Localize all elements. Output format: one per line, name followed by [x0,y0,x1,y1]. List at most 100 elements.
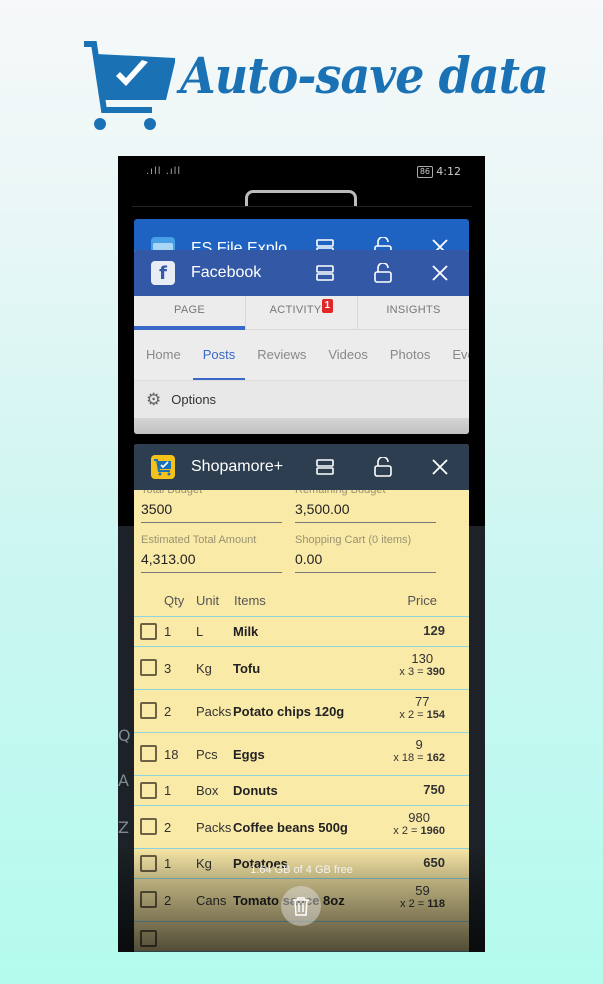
nav-events[interactable]: Eve [452,330,469,380]
item-price: 77 x 2 = 154 [399,694,445,721]
item-price: 129 [423,623,445,638]
unit-price: 59 [415,883,430,898]
signal-wifi-icon: .ıll .ıll [146,166,182,177]
item-qty: 2 [164,820,172,835]
tab-page[interactable]: PAGE [134,296,246,330]
trash-icon [293,897,309,916]
ghost-key: Q [118,726,131,745]
item-name: Eggs [233,747,265,762]
background-card [245,190,357,206]
line-total: x 2 = 154 [399,709,445,721]
item-qty: 2 [164,893,172,908]
item-qty: 3 [164,661,172,676]
nav-photos[interactable]: Photos [390,330,430,380]
item-unit: Cans [196,893,227,908]
item-unit: Box [196,783,219,798]
facebook-icon: f [151,261,175,285]
item-checkbox[interactable] [140,818,157,835]
header-unit: Unit [196,593,220,608]
item-qty: 1 [164,783,172,798]
list-item[interactable]: 2 Packs Coffee beans 500g 980 x 2 = 1960 [134,806,469,849]
item-name: Potato chips 120g [233,704,345,719]
item-checkbox[interactable] [140,745,157,762]
unlock-icon[interactable] [371,455,395,479]
header-price: Price [407,593,437,608]
options-label: Options [171,392,217,407]
list-item[interactable]: 2 Packs Potato chips 120g 77 x 2 = 154 [134,690,469,733]
shopping-cart-check-icon [84,41,175,130]
header-qty: Qty [164,593,185,608]
close-icon[interactable] [428,261,452,285]
nav-reviews[interactable]: Reviews [257,330,306,380]
recent-card-facebook[interactable]: f Facebook PAGE ACTIVITY 1 INSIGHTS Home … [134,250,469,434]
item-checkbox[interactable] [140,782,157,799]
clear-all-button[interactable] [281,886,321,926]
item-price: 130 x 3 = 390 [399,651,445,678]
item-unit: Packs [196,820,232,835]
total-budget-field[interactable]: Total Budget 3500 [141,490,282,523]
item-name: Milk [233,624,259,639]
tab-insights[interactable]: INSIGHTS [358,296,469,329]
close-icon[interactable] [428,455,452,479]
nav-home[interactable]: Home [146,330,181,380]
unit-price: 980 [408,810,430,825]
header-items: Items [234,593,266,608]
unit-price: 129 [423,623,445,638]
item-unit: L [196,624,204,639]
unit-price: 77 [414,694,430,709]
options-row[interactable]: ⚙ Options [134,380,469,418]
estimated-total-field: Estimated Total Amount 4,313.00 [141,534,282,573]
divider [132,206,472,207]
ghost-key: Z [118,818,129,837]
facebook-page-nav: Home Posts Reviews Videos Photos Eve [134,330,469,380]
clock: 4:12 [436,165,461,178]
ghost-key: A [118,771,129,790]
item-price: 59 x 2 = 118 [400,883,445,910]
item-price: 980 x 2 = 1960 [393,810,445,837]
item-checkbox[interactable] [140,891,157,908]
item-checkbox[interactable] [140,702,157,719]
item-unit: Kg [196,661,212,676]
status-bar: .ıll .ıll 86 4:12 [118,156,485,186]
app-name: Facebook [191,264,262,281]
item-unit: Packs [196,704,232,719]
background-app-left: Q A Z [118,526,134,952]
line-total: x 18 = 162 [393,752,445,764]
shopping-cart-field: Shopping Cart (0 items) 0.00 [295,534,436,573]
item-checkbox[interactable] [140,623,157,640]
unlock-icon[interactable] [371,261,395,285]
list-item-partial [134,922,469,952]
line-total: x 3 = 390 [399,666,445,678]
list-item[interactable]: 18 Pcs Eggs 9 x 18 = 162 [134,733,469,776]
notification-badge: 1 [321,299,334,313]
item-qty: 18 [164,747,179,762]
list-item[interactable]: 1 Box Donuts 750 [134,776,469,806]
unit-price: 750 [423,782,445,797]
item-unit: Pcs [196,747,218,762]
auto-save-banner: Auto-save data [80,38,549,138]
battery-icon: 86 [416,166,433,178]
item-price: 750 [423,782,445,797]
shopamore-cart-icon [151,455,175,479]
item-name: Tofu [233,661,261,676]
nav-posts[interactable]: Posts [192,330,245,380]
remaining-budget-field: Remaining Budget 3,500.00 [295,490,436,523]
tab-activity[interactable]: ACTIVITY 1 [246,296,358,329]
facebook-tabs: PAGE ACTIVITY 1 INSIGHTS [134,296,469,330]
item-qty: 2 [164,704,172,719]
memory-status: 1.64 GB of 4 GB free [250,864,353,876]
item-checkbox[interactable] [140,930,157,947]
background-app-right [469,526,485,952]
list-item[interactable]: 1 L Milk 129 [134,617,469,647]
item-name: Coffee beans 500g [233,820,348,835]
list-item[interactable]: 3 Kg Tofu 130 x 3 = 390 [134,647,469,690]
phone-recent-apps-screen: .ıll .ıll 86 4:12 Q A Z ES File Explo f … [118,156,485,952]
nav-videos[interactable]: Videos [328,330,368,380]
item-qty: 1 [164,624,172,639]
unit-price: 130 [411,651,434,666]
split-screen-icon[interactable] [313,261,337,285]
item-checkbox[interactable] [140,659,157,676]
split-screen-icon[interactable] [313,455,337,479]
card-bottom-edge [134,418,469,434]
app-name: Shopamore+ [191,458,284,475]
